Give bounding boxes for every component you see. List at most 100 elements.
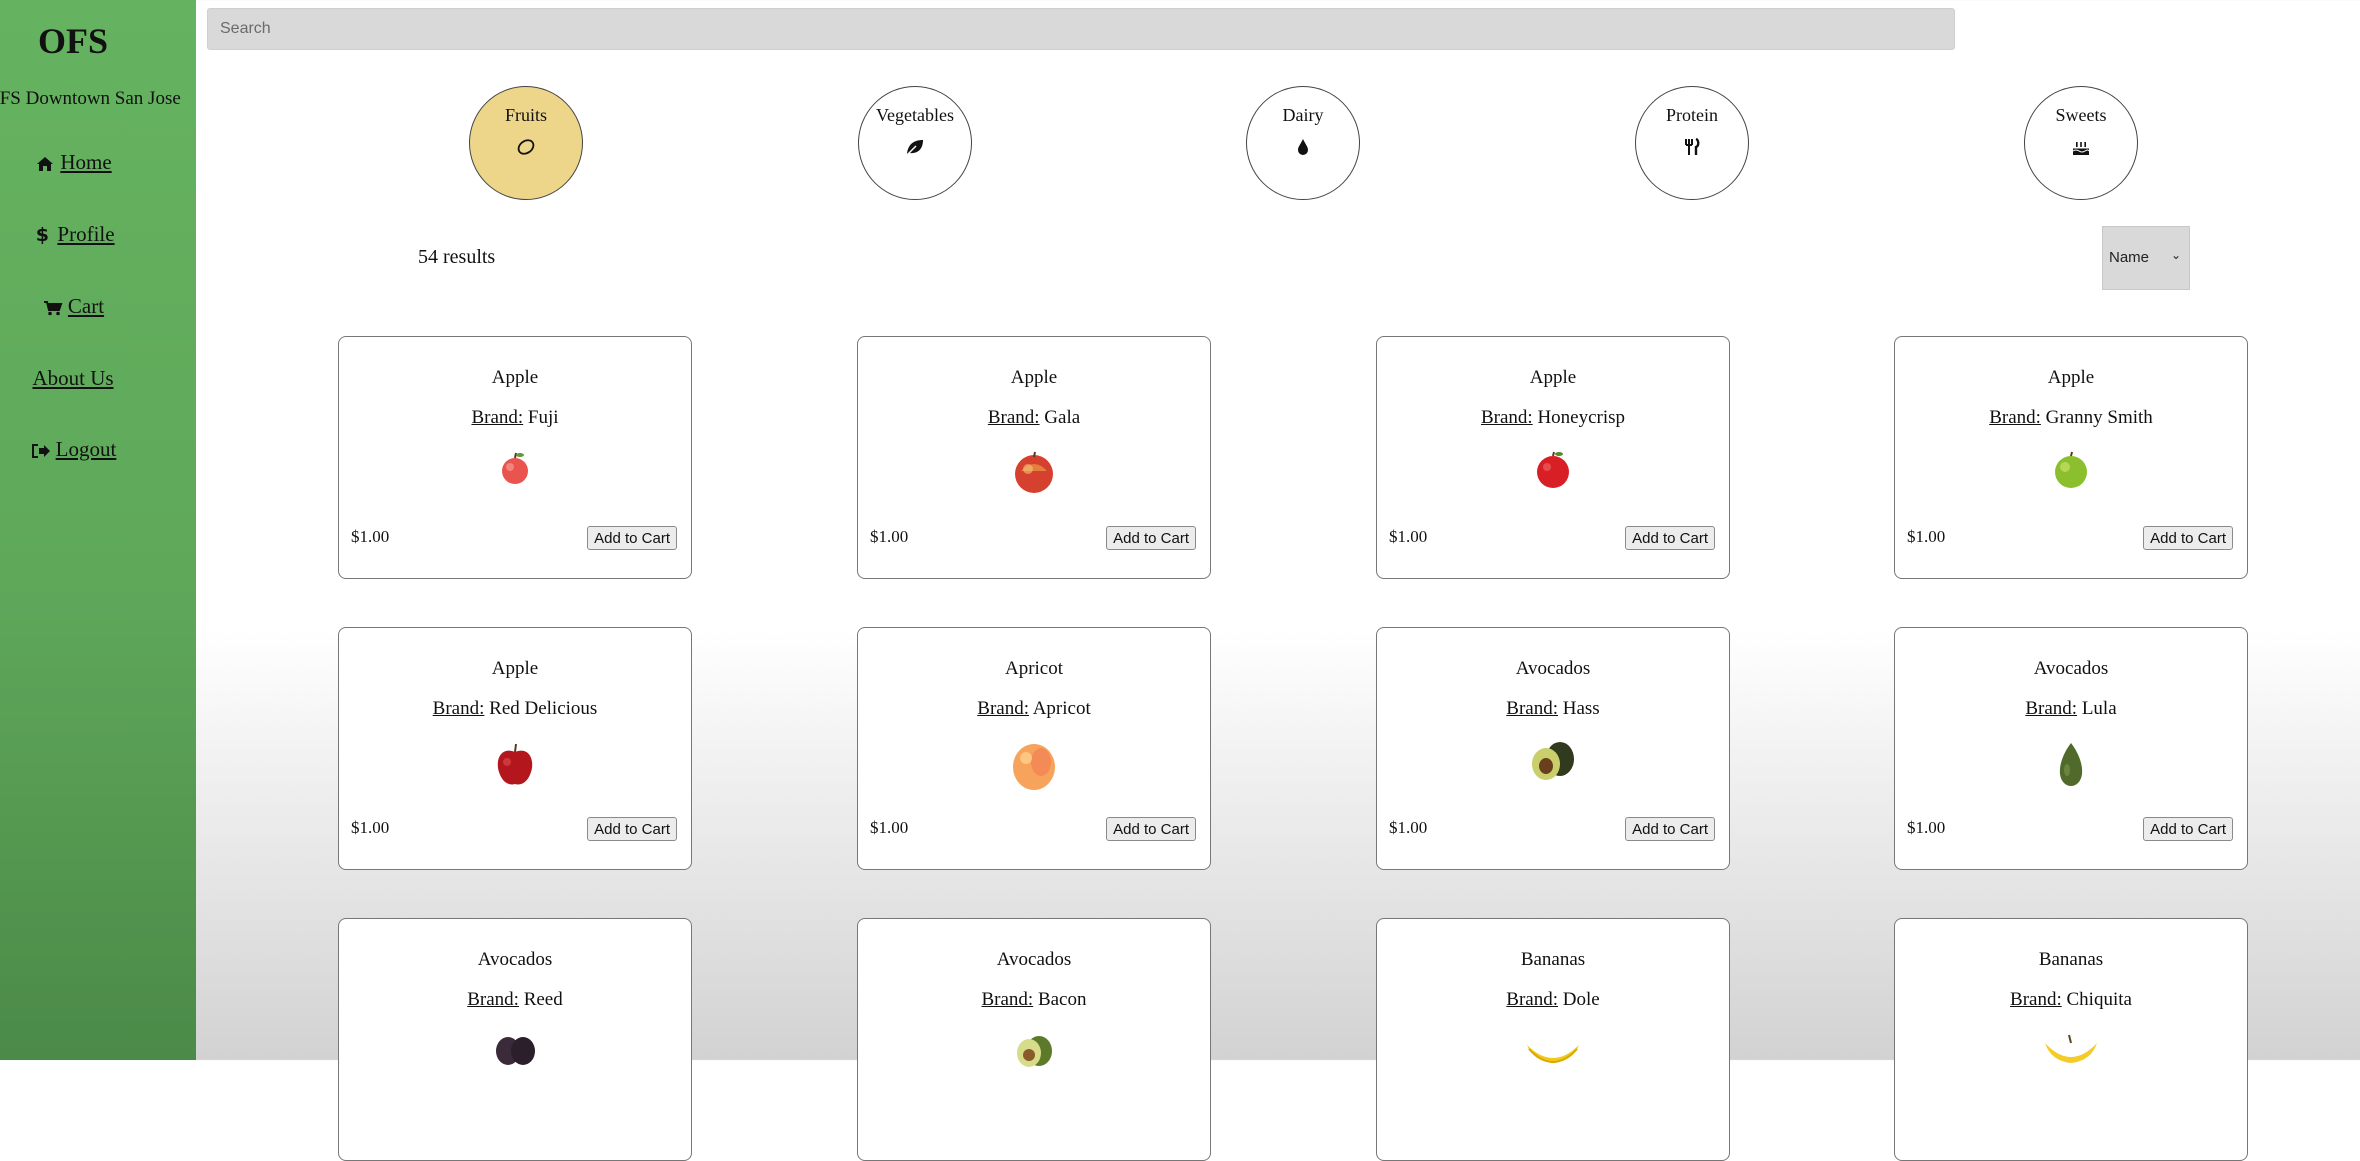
product-brand: Brand: Lula (1895, 698, 2247, 720)
store-location: OFS Downtown San Jose (0, 88, 181, 109)
product-name: Apple (1010, 367, 1058, 388)
brand-label: Brand: (467, 989, 519, 1010)
product-image (1377, 740, 1729, 787)
product-name: Apple (1529, 367, 1577, 388)
search-input[interactable] (207, 8, 1955, 50)
brand-value: Lula (2081, 698, 2117, 719)
product-card: Bananas Brand: Dole (1376, 918, 1730, 1161)
nav-profile[interactable]: $ Profile (0, 222, 146, 247)
product-image (339, 740, 691, 795)
category-label: Sweets (2055, 105, 2107, 125)
product-image (339, 1031, 691, 1076)
product-price: $1.00 (351, 818, 390, 837)
product-image (1377, 449, 1729, 496)
brand-value: Fuji (527, 407, 559, 428)
product-brand: Brand: Gala (858, 407, 1210, 429)
brand-value: Honeycrisp (1537, 407, 1626, 428)
product-card: Bananas Brand: Chiquita (1894, 918, 2248, 1161)
logout-icon (30, 440, 52, 462)
product-price: $1.00 (351, 527, 390, 546)
add-to-cart-button[interactable]: Add to Cart (2143, 526, 2233, 550)
product-card: Avocados Brand: Reed (338, 918, 692, 1161)
add-to-cart-button[interactable]: Add to Cart (1625, 526, 1715, 550)
product-image (1895, 1031, 2247, 1076)
dollar-icon: $ (35, 224, 50, 246)
product-image (1377, 1031, 1729, 1076)
lemon-icon (470, 136, 582, 158)
product-name: Avocados (1515, 658, 1591, 679)
add-to-cart-button[interactable]: Add to Cart (1625, 817, 1715, 841)
add-to-cart-button[interactable]: Add to Cart (2143, 817, 2233, 841)
add-to-cart-button[interactable]: Add to Cart (587, 526, 677, 550)
product-image (858, 449, 1210, 500)
brand-value: Reed (523, 989, 563, 1010)
nav-cart[interactable]: Cart (0, 294, 146, 319)
sort-select[interactable]: Name ⌄ (2102, 226, 2190, 290)
product-card: Avocados Brand: Lula $1.00 Add to Cart (1894, 627, 2248, 870)
product-name: Apple (491, 658, 539, 679)
brand-label: Brand: (1506, 989, 1559, 1010)
nav-logout-label: Logout (55, 437, 117, 461)
category-fruits[interactable]: Fruits (469, 86, 583, 200)
category-label: Protein (1666, 105, 1718, 125)
cart-icon (42, 297, 64, 319)
product-card: Apple Brand: Red Delicious $1.00 Add to … (338, 627, 692, 870)
leaf-icon (859, 136, 971, 158)
product-name: Bananas (1520, 949, 1586, 970)
brand-value: Apricot (1032, 698, 1091, 719)
product-name: Apple (2047, 367, 2095, 388)
nav-home[interactable]: Home (0, 150, 146, 175)
product-brand: Brand: Honeycrisp (1377, 407, 1729, 429)
product-image (858, 1031, 1210, 1076)
brand-label: Brand: (471, 407, 524, 428)
category-protein[interactable]: Protein (1635, 86, 1749, 200)
app-title: OFS (37, 21, 108, 61)
nav-about-us[interactable]: About Us (0, 366, 146, 391)
brand-label: Brand: (2025, 698, 2078, 719)
product-card: Apple Brand: Granny Smith $1.00 Add to C… (1894, 336, 2248, 579)
nav-home-label: Home (60, 150, 112, 174)
product-price: $1.00 (1907, 818, 1946, 837)
product-image (1895, 740, 2247, 793)
sort-selected-value: Name (2109, 249, 2150, 266)
nav-profile-label: Profile (57, 222, 115, 246)
product-name: Avocados (2033, 658, 2109, 679)
product-card: Apple Brand: Gala $1.00 Add to Cart (857, 336, 1211, 579)
category-sweets[interactable]: Sweets (2024, 86, 2138, 200)
product-card: Avocados Brand: Bacon (857, 918, 1211, 1161)
brand-label: Brand: (1989, 407, 2041, 428)
home-icon (34, 153, 56, 175)
product-brand: Brand: Fuji (339, 407, 691, 429)
product-brand: Brand: Dole (1377, 989, 1729, 1011)
brand-value: Gala (1044, 407, 1081, 428)
brand-label: Brand: (2010, 989, 2062, 1010)
product-brand: Brand: Bacon (858, 989, 1210, 1011)
product-card: Avocados Brand: Hass $1.00 Add to Cart (1376, 627, 1730, 870)
category-vegetables[interactable]: Vegetables (858, 86, 972, 200)
product-name: Avocados (477, 949, 553, 970)
product-brand: Brand: Granny Smith (1895, 407, 2247, 429)
chevron-down-icon: ⌄ (2170, 248, 2181, 262)
brand-value: Dole (1562, 989, 1600, 1010)
nav-logout[interactable]: Logout (0, 437, 146, 462)
product-brand: Brand: Apricot (858, 698, 1210, 720)
nav-about-label: About Us (32, 366, 114, 390)
product-card: Apple Brand: Fuji $1.00 Add to Cart (338, 336, 692, 579)
product-price: $1.00 (1907, 527, 1946, 546)
product-price: $1.00 (870, 818, 909, 837)
brand-value: Bacon (1037, 989, 1087, 1010)
category-dairy[interactable]: Dairy (1246, 86, 1360, 200)
sidebar: OFS OFS Downtown San Jose Home $ Profile … (0, 0, 196, 1060)
results-count: 54 results (418, 246, 496, 268)
add-to-cart-button[interactable]: Add to Cart (1106, 817, 1196, 841)
add-to-cart-button[interactable]: Add to Cart (1106, 526, 1196, 550)
product-image (1895, 449, 2247, 496)
product-image (339, 449, 691, 494)
brand-label: Brand: (981, 989, 1034, 1010)
brand-value: Red Delicious (489, 698, 598, 719)
product-name: Bananas (2038, 949, 2104, 970)
product-name: Avocados (996, 949, 1072, 970)
brand-label: Brand: (1480, 407, 1533, 428)
brand-value: Chiquita (2066, 989, 2132, 1010)
add-to-cart-button[interactable]: Add to Cart (587, 817, 677, 841)
